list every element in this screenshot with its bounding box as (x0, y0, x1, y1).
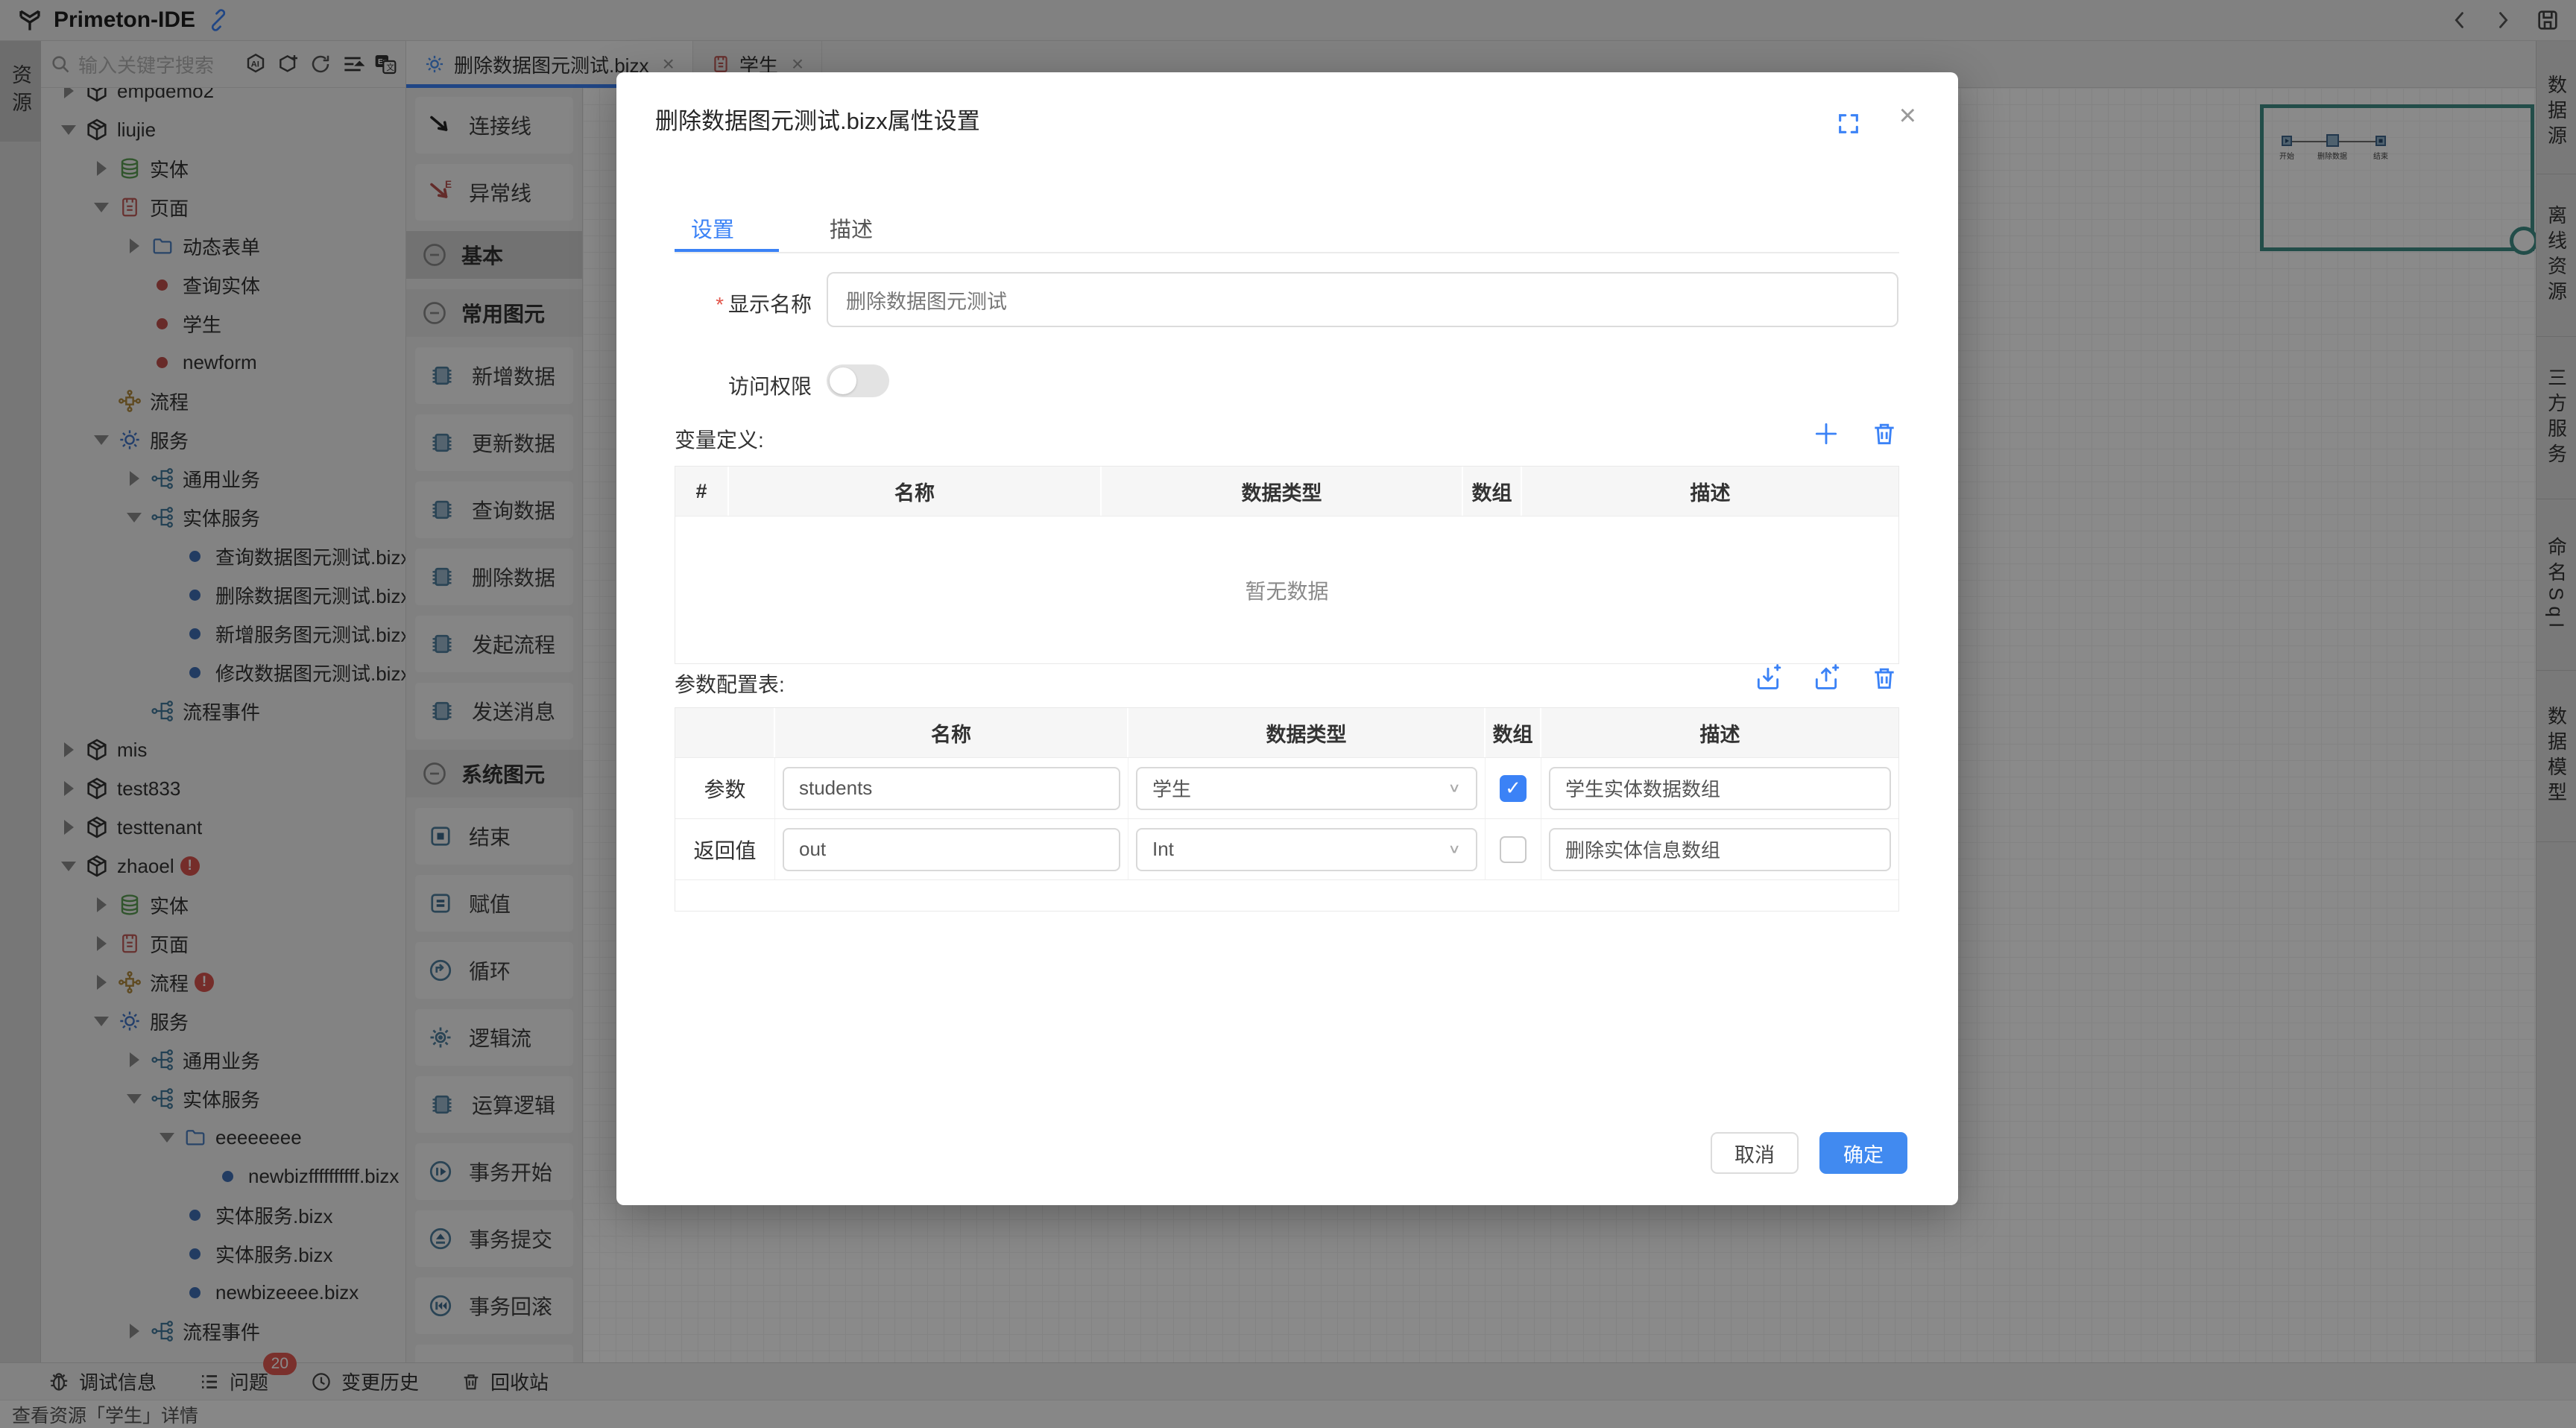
delete-params-icon[interactable] (1870, 664, 1898, 692)
chevron-down-icon: ∨ (1448, 841, 1461, 856)
param-kind-label: 返回值 (675, 819, 775, 879)
array-checkbox[interactable] (1500, 836, 1527, 863)
dialog-tabs: 设置 描述 (691, 212, 873, 244)
delete-variable-icon[interactable] (1870, 420, 1898, 448)
tab-description[interactable]: 描述 (830, 212, 873, 244)
variables-table: #名称数据类型数组描述暂无数据 (675, 466, 1899, 664)
param-name-input[interactable]: students (783, 767, 1120, 810)
close-icon[interactable]: × (1899, 101, 1916, 130)
table-header-row: #名称数据类型数组描述 (675, 467, 1898, 516)
table-header-cell: 名称 (775, 708, 1128, 757)
param-name-cell: students (775, 758, 1128, 818)
param-desc-input[interactable]: 删除实体信息数组 (1549, 828, 1891, 871)
param-type-cell: Int ∨ (1128, 819, 1486, 879)
param-desc-cell: 学生实体数据数组 (1541, 758, 1898, 818)
variables-label: 变量定义: (675, 424, 764, 454)
table-header-cell: 数组 (1463, 467, 1522, 516)
table-header-cell: 描述 (1522, 467, 1898, 516)
param-type-select[interactable]: Int ∨ (1136, 828, 1477, 871)
chevron-down-icon: ∨ (1448, 780, 1461, 795)
table-header-row: 名称数据类型数组描述 (675, 708, 1898, 757)
tab-settings[interactable]: 设置 (691, 212, 734, 244)
table-header-cell: 名称 (729, 467, 1102, 516)
param-name-value: out (799, 838, 826, 861)
properties-dialog: 删除数据图元测试.bizx属性设置 × 设置 描述 *显示名称 删除数据图元测试… (616, 72, 1958, 1205)
param-desc-value: 删除实体信息数组 (1565, 835, 1720, 863)
param-type-value: Int (1152, 838, 1174, 861)
param-type-value: 学生 (1152, 774, 1191, 802)
array-checkbox[interactable]: ✓ (1500, 775, 1527, 802)
params-label: 参数配置表: (675, 669, 785, 698)
param-row: 参数 students 学生 ∨ ✓ 学生实体数据数组 (675, 757, 1898, 818)
param-desc-cell: 删除实体信息数组 (1541, 819, 1898, 879)
param-type-select[interactable]: 学生 ∨ (1136, 767, 1477, 810)
cancel-button[interactable]: 取消 (1711, 1132, 1799, 1174)
param-array-cell (1486, 819, 1541, 879)
param-array-cell: ✓ (1486, 758, 1541, 818)
table-header-cell: 数据类型 (1128, 708, 1486, 757)
param-kind-label: 参数 (675, 758, 775, 818)
export-params-icon[interactable] (1812, 664, 1840, 692)
param-type-cell: 学生 ∨ (1128, 758, 1486, 818)
params-table: 名称数据类型数组描述参数students学生∨✓学生实体数据数组返回值outIn… (675, 707, 1899, 912)
empty-table-placeholder: 暂无数据 (675, 516, 1898, 663)
table-header-cell (675, 708, 775, 757)
param-desc-input[interactable]: 学生实体数据数组 (1549, 767, 1891, 810)
add-variable-icon[interactable] (1812, 420, 1840, 448)
access-label: 访问权限 (616, 370, 812, 400)
table-header-cell: 数组 (1486, 708, 1541, 757)
table-header-cell: # (675, 467, 729, 516)
access-toggle[interactable] (827, 364, 889, 397)
param-name-input[interactable]: out (783, 828, 1120, 871)
table-header-cell: 描述 (1541, 708, 1898, 757)
import-params-icon[interactable] (1754, 664, 1782, 692)
ok-button[interactable]: 确定 (1819, 1132, 1907, 1174)
param-name-value: students (799, 777, 872, 800)
app-root: Primeton-IDE 资源 输入关键字搜索 AI (0, 0, 2576, 1428)
fullscreen-icon[interactable] (1836, 111, 1861, 136)
table-header-cell: 数据类型 (1102, 467, 1463, 516)
display-name-input[interactable]: 删除数据图元测试 (827, 272, 1898, 327)
dialog-title: 删除数据图元测试.bizx属性设置 (655, 102, 980, 136)
empty-tail-row (675, 879, 1898, 911)
param-name-cell: out (775, 819, 1128, 879)
param-row: 返回值 out Int ∨ 删除实体信息数组 (675, 818, 1898, 879)
display-name-label: *显示名称 (616, 288, 812, 318)
param-desc-value: 学生实体数据数组 (1565, 774, 1720, 802)
